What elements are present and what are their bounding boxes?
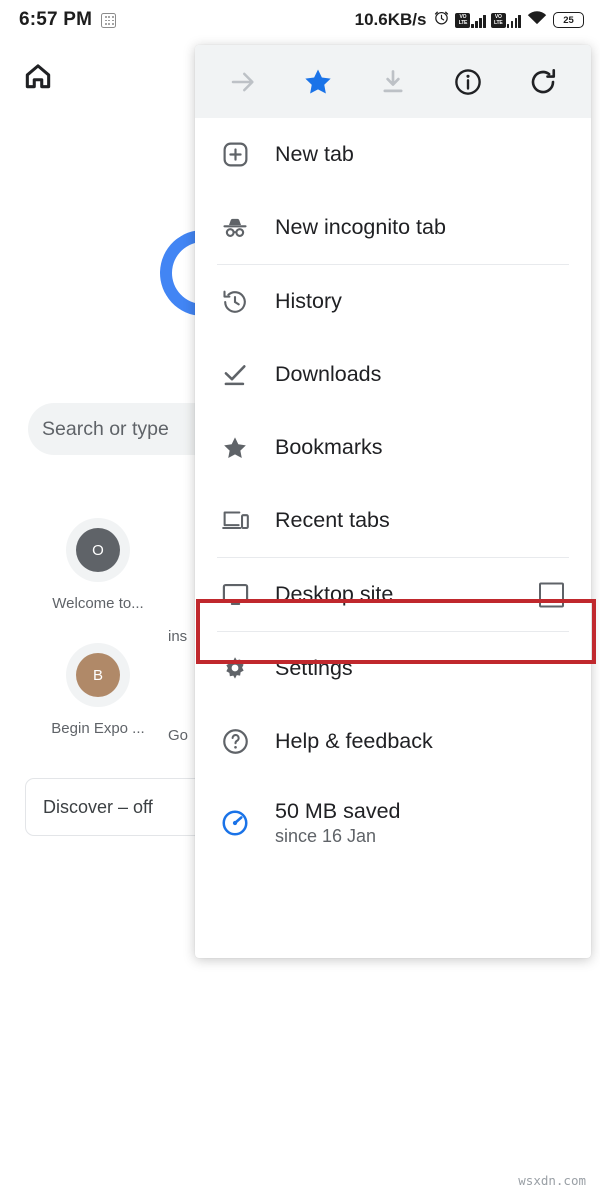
shortcut-tile-label: Welcome to... <box>28 595 168 612</box>
menu-item-downloads[interactable]: Downloads <box>195 338 591 411</box>
data-saved-amount: 50 MB saved <box>275 799 400 823</box>
shortcut-favicon: O <box>76 528 120 572</box>
star-icon[interactable] <box>290 54 346 110</box>
alarm-clock-icon <box>433 9 450 31</box>
shortcut-tile-label-partial: Go <box>168 727 188 744</box>
settings-gear-icon <box>217 655 253 683</box>
sim1-signal-indicator: VOLTE <box>455 13 485 28</box>
shortcut-tile-label: Begin Expo ... <box>28 720 168 737</box>
desktop-site-checkbox[interactable] <box>539 582 564 607</box>
sim2-signal-indicator: VOLTE <box>491 13 521 28</box>
info-icon[interactable] <box>440 54 496 110</box>
shortcut-tile-disc: B <box>66 643 130 707</box>
shortcut-tile-disc: O <box>66 518 130 582</box>
shortcut-tile[interactable]: O Welcome to... <box>28 518 168 612</box>
menu-item-new-incognito-tab[interactable]: New incognito tab <box>195 191 591 264</box>
menu-item-history[interactable]: History <box>195 265 591 338</box>
data-saver-icon <box>217 808 253 838</box>
shortcut-favicon: B <box>76 653 120 697</box>
menu-item-label: Settings <box>275 656 353 681</box>
downloads-icon <box>217 361 253 389</box>
network-speed-label: 10.6KB/s <box>355 10 427 30</box>
menu-item-label: New tab <box>275 142 354 167</box>
desktop-site-icon <box>217 580 253 609</box>
sim2-volte-icon: VOLTE <box>491 13 506 28</box>
history-icon <box>217 288 253 316</box>
menu-item-label: Downloads <box>275 362 381 387</box>
status-bar-right: 10.6KB/s VOLTE VOLTE 25 <box>355 9 600 31</box>
home-icon[interactable] <box>22 60 54 97</box>
browser-overflow-menu: New tab New incognito tab History Downlo… <box>195 45 591 958</box>
new-tab-icon <box>217 140 253 169</box>
menu-item-new-tab[interactable]: New tab <box>195 118 591 191</box>
menu-item-settings[interactable]: Settings <box>195 632 591 705</box>
discover-toggle-chip[interactable]: Discover – off <box>25 778 217 836</box>
forward-arrow-icon[interactable] <box>215 54 271 110</box>
menu-item-label: Recent tabs <box>275 508 390 533</box>
watermark: wsxdn.com <box>518 1173 586 1188</box>
menu-item-label: 50 MB saved since 16 Jan <box>275 799 400 847</box>
sim2-bars-icon <box>507 14 521 28</box>
menu-item-label: History <box>275 289 342 314</box>
sim1-volte-icon: VOLTE <box>455 13 470 28</box>
shortcut-tile[interactable]: B Begin Expo ... <box>28 643 168 737</box>
data-saved-since: since 16 Jan <box>275 826 400 847</box>
menu-header-toolbar <box>195 45 591 118</box>
shortcut-tile-label-partial: ins <box>168 628 187 645</box>
wifi-icon <box>526 9 548 31</box>
menu-item-label: Bookmarks <box>275 435 383 460</box>
sim1-bars-icon <box>471 14 485 28</box>
status-bar-left: 6:57 PM <box>0 9 116 31</box>
incognito-icon <box>217 213 253 243</box>
menu-item-recent-tabs[interactable]: Recent tabs <box>195 484 591 557</box>
status-clock: 6:57 PM <box>19 9 92 31</box>
menu-item-data-saved[interactable]: 50 MB saved since 16 Jan <box>195 778 591 868</box>
download-icon[interactable] <box>365 54 421 110</box>
menu-item-desktop-site[interactable]: Desktop site <box>195 558 591 631</box>
menu-item-label: Help & feedback <box>275 729 433 754</box>
menu-item-help-and-feedback[interactable]: Help & feedback <box>195 705 591 778</box>
menu-item-label: Desktop site <box>275 582 393 607</box>
battery-indicator: 25 <box>553 12 584 28</box>
reload-icon[interactable] <box>515 54 571 110</box>
dotted-square-icon <box>101 13 116 28</box>
recent-tabs-icon <box>217 506 253 535</box>
bookmarks-star-icon <box>217 434 253 462</box>
menu-item-bookmarks[interactable]: Bookmarks <box>195 411 591 484</box>
status-bar: 6:57 PM 10.6KB/s VOLTE VOLTE 25 <box>0 0 600 40</box>
help-circle-icon <box>217 727 253 756</box>
menu-item-label: New incognito tab <box>275 215 446 240</box>
